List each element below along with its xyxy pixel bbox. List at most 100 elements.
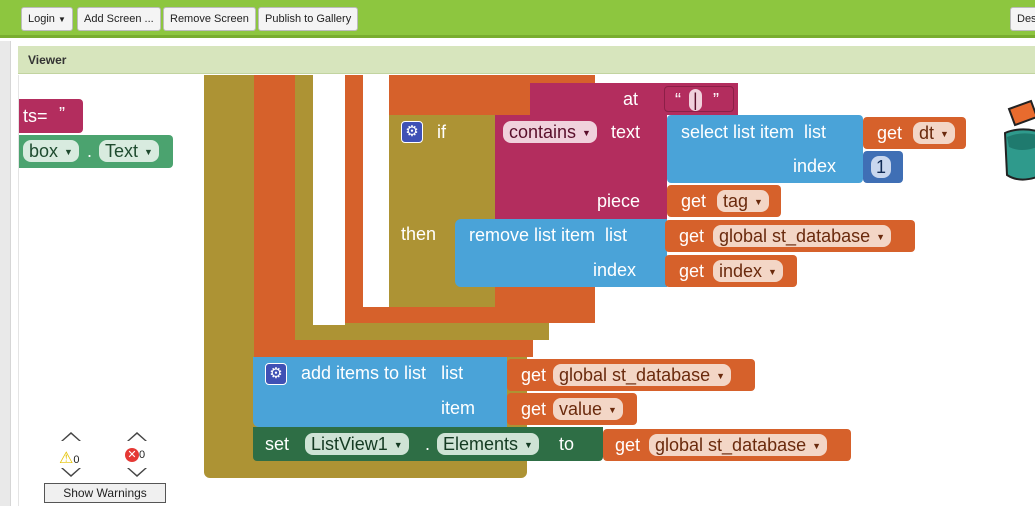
get-label: get (521, 365, 547, 385)
property-dropdown[interactable]: Text ▼ (99, 140, 159, 162)
at-string-block[interactable]: “ | ” (664, 86, 734, 112)
get-tag-block[interactable]: get tag ▼ (667, 185, 781, 217)
component-dropdown[interactable]: box ▼ (23, 140, 79, 162)
piece-label: piece (597, 191, 641, 211)
get-global-st-database-block[interactable]: get global st_database ▼ (665, 220, 915, 252)
error-indicator: ✕ 0 (125, 448, 145, 462)
to-label: to (559, 434, 575, 454)
quote-open: “ (675, 90, 681, 110)
dropdown-arrow-icon: ▼ (768, 267, 777, 278)
component-dropdown-label: box (29, 141, 59, 161)
global-variable-dropdown-label: global st_database (719, 226, 871, 246)
remove-list-item-text: remove list item (469, 225, 596, 245)
loop-spine (222, 75, 254, 460)
index-label: index (793, 156, 837, 176)
get-label: get (521, 399, 547, 419)
trash-can-icon[interactable] (1001, 97, 1035, 183)
number-block[interactable]: 1 (863, 151, 903, 183)
text-label: text (611, 122, 641, 142)
partial-component-block[interactable]: box ▼ . Text ▼ (19, 135, 173, 168)
contains-dropdown-label: contains (509, 122, 577, 142)
login-button[interactable]: Login ▼ (21, 7, 73, 31)
at-label: at (623, 89, 639, 109)
tag-dropdown[interactable]: tag ▼ (717, 190, 769, 212)
error-up-arrow-icon[interactable] (127, 432, 147, 441)
get-global-st-database-block-2[interactable]: get global st_database ▼ (507, 359, 755, 391)
value-dropdown-label: value (559, 399, 603, 419)
at-string-value[interactable]: | (689, 89, 702, 111)
set-label: set (265, 434, 290, 454)
variable-spine (272, 75, 295, 357)
get-dt-block[interactable]: get dt ▼ (863, 117, 966, 149)
remove-list-item-block[interactable]: remove list item list index (455, 219, 667, 287)
viewer-header: Viewer (18, 46, 1035, 74)
dropdown-arrow-icon: ▼ (144, 147, 153, 158)
global-variable-dropdown-label: global st_database (559, 365, 711, 385)
get-value-block[interactable]: get value ▼ (507, 393, 637, 425)
split-at-socket[interactable]: at “ | ” (530, 83, 738, 115)
global-variable-dropdown[interactable]: global st_database ▼ (713, 225, 892, 247)
warning-triangle-icon: ⚠ (59, 450, 74, 467)
viewer-title: Viewer (28, 53, 67, 67)
dropdown-arrow-icon: ▼ (608, 405, 617, 416)
dropdown-arrow-icon: ▼ (716, 371, 726, 382)
login-label: Login (28, 13, 55, 25)
value-dropdown[interactable]: value ▼ (553, 398, 623, 420)
select-list-item-block[interactable]: select list item list index (667, 115, 863, 183)
contains-dropdown[interactable]: contains ▼ (503, 121, 597, 143)
global-variable-dropdown[interactable]: global st_database ▼ (649, 434, 828, 456)
add-items-to-list-block[interactable]: ⚙ add items to list list item (253, 357, 507, 427)
get-index-block[interactable]: get index ▼ (665, 255, 797, 287)
warning-down-arrow-icon[interactable] (61, 468, 81, 477)
inner-loop-spine (297, 75, 313, 340)
if-bottom (389, 293, 495, 307)
designer-button[interactable]: Des (1010, 7, 1035, 31)
inner-var-spine (345, 75, 363, 323)
list-label: list (804, 122, 827, 142)
get-global-st-database-block-3[interactable]: get global st_database ▼ (603, 429, 851, 461)
set-listview-elements-block[interactable]: set ListView1 ▼ . Elements ▼ to (253, 427, 603, 461)
warning-count: 0 (73, 454, 80, 466)
partial-quote: ” (59, 104, 65, 124)
add-items-text: add items to list (301, 363, 427, 383)
quote-close: ” (713, 90, 719, 110)
dropdown-arrow-icon: ▼ (940, 129, 949, 140)
blocks-workspace[interactable]: ts= ” box ▼ . Text ▼ at “ | ” ⚙ if then co… (18, 75, 1035, 506)
gap (363, 75, 389, 307)
item-label: item (441, 398, 476, 418)
warning-up-arrow-icon[interactable] (61, 432, 81, 441)
contains-block[interactable]: contains ▼ text piece (495, 115, 667, 219)
dt-dropdown[interactable]: dt ▼ (913, 122, 955, 144)
then-label: then (401, 224, 437, 244)
index-label: index (593, 260, 637, 280)
component-dropdown-label: ListView1 (311, 434, 388, 454)
add-items-label: add items to list list (301, 362, 463, 384)
select-list-item-label: select list item list (681, 121, 826, 143)
error-count: 0 (139, 449, 146, 461)
dot-label: . (87, 141, 93, 161)
get-label: get (877, 123, 903, 143)
add-screen-button[interactable]: Add Screen ... (77, 7, 161, 31)
number-value: 1 (876, 157, 887, 177)
property-dropdown[interactable]: Elements ▼ (437, 433, 539, 455)
error-down-arrow-icon[interactable] (127, 468, 147, 477)
remove-screen-button[interactable]: Remove Screen (163, 7, 256, 31)
global-variable-dropdown[interactable]: global st_database ▼ (553, 364, 732, 386)
property-dropdown-label: Text (105, 141, 139, 161)
dt-dropdown-label: dt (919, 123, 935, 143)
mutator-gear-icon[interactable]: ⚙ (265, 363, 287, 385)
mutator-gear-icon[interactable]: ⚙ (401, 121, 423, 143)
dropdown-arrow-icon: ▼ (393, 440, 403, 451)
partial-text-block[interactable]: ts= ” (19, 99, 83, 133)
split-block[interactable] (389, 83, 539, 115)
index-dropdown[interactable]: index ▼ (713, 260, 783, 282)
dropdown-arrow-icon: ▼ (64, 147, 73, 158)
list-label: list (441, 363, 464, 383)
component-dropdown[interactable]: ListView1 ▼ (305, 433, 409, 455)
error-circle-icon: ✕ (125, 448, 139, 462)
show-warnings-button[interactable]: Show Warnings (44, 483, 166, 503)
publish-to-gallery-button[interactable]: Publish to Gallery (258, 7, 359, 31)
at-string-text: | (693, 90, 698, 110)
number-field[interactable]: 1 (871, 156, 892, 178)
if-label: if (437, 122, 446, 142)
